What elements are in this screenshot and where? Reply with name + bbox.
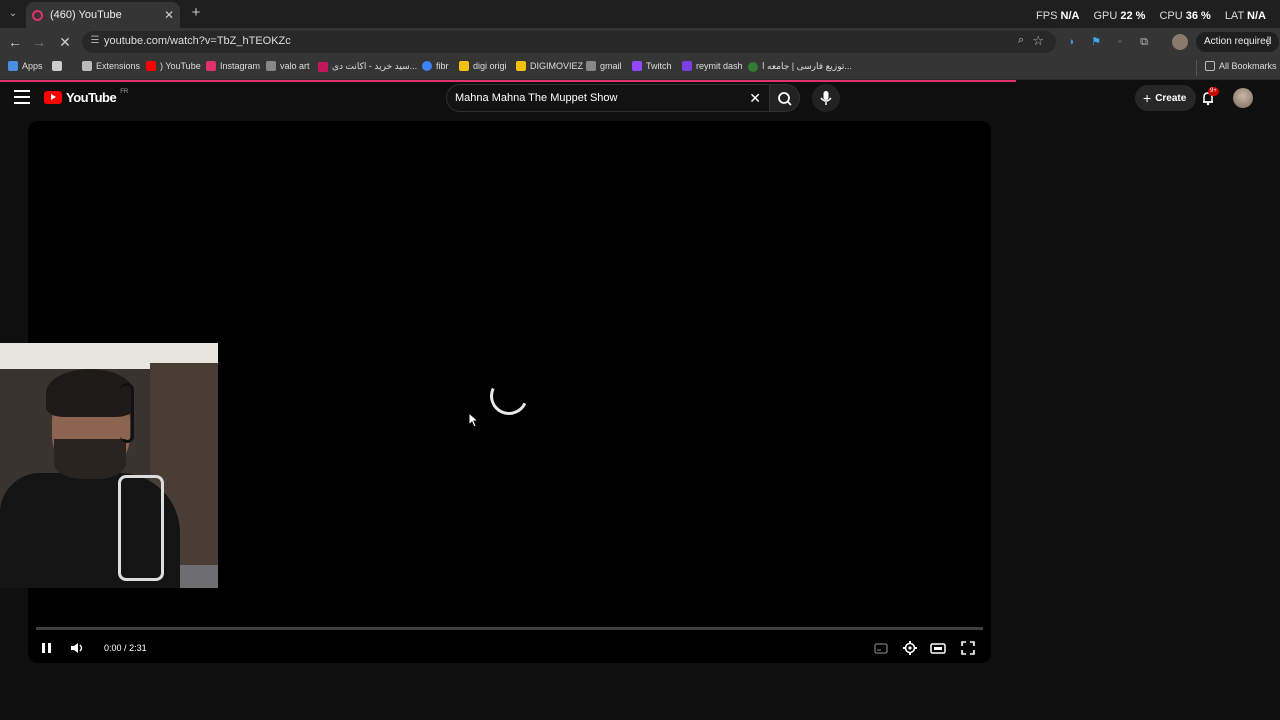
extension-translate-icon[interactable]: ◗	[1064, 34, 1080, 50]
youtube-favicon-icon	[32, 9, 43, 21]
time-separator: /	[124, 643, 127, 653]
webcam-overlay	[0, 343, 218, 588]
stop-loading-icon[interactable]: ✕	[56, 33, 74, 51]
notification-badge: 9+	[1208, 87, 1219, 96]
volume-icon	[71, 643, 83, 653]
forward-arrow-icon[interactable]: →	[30, 33, 48, 51]
all-bookmarks-folder[interactable]: All Bookmarks	[1205, 61, 1277, 71]
subtitles-button[interactable]	[872, 639, 890, 657]
address-bar[interactable]: ☰ youtube.com/watch?v=TbZ_hTEOKZc ⌕ ☆	[82, 31, 1056, 53]
hamburger-menu-icon[interactable]	[14, 90, 30, 104]
webcam-person-beard	[54, 439, 126, 479]
webcam-shirt-print	[118, 475, 164, 581]
bookmark-digi-origi[interactable]: digi origi	[459, 61, 507, 71]
time-display: 0:00 / 2:31	[104, 639, 147, 657]
youtube-header: YouTube FR Mahna Mahna The Muppet Show ✕…	[0, 82, 1280, 118]
site-icon	[682, 61, 692, 71]
tab-strip: ⌄ (460) YouTube ✕ + FPS N/A GPU 22 % CPU…	[0, 0, 1280, 28]
voice-search-button[interactable]	[812, 84, 840, 112]
profile-avatar[interactable]	[1172, 34, 1188, 50]
bookmark-persian-community[interactable]: توزیع فارسی | جامعه ا...	[748, 61, 852, 72]
account-avatar[interactable]	[1233, 88, 1253, 108]
progress-bar[interactable]	[36, 627, 983, 630]
settings-button[interactable]	[901, 639, 919, 657]
pause-button[interactable]	[40, 639, 54, 657]
tab-youtube[interactable]: (460) YouTube ✕	[26, 2, 180, 28]
bookmark-youtube[interactable]: ) YouTube	[146, 61, 201, 71]
url-text: youtube.com/watch?v=TbZ_hTEOKZc	[104, 35, 291, 47]
bookmark-twitch[interactable]: Twitch	[632, 61, 672, 71]
bookmark-account-shop[interactable]: سید خرید - اکانت دی...	[318, 61, 417, 72]
fullscreen-icon	[961, 641, 975, 655]
youtube-logo[interactable]: YouTube FR	[44, 88, 129, 105]
bookmark-digimoviez[interactable]: DIGIMOVIEZ	[516, 61, 583, 71]
site-info-icon[interactable]: ☰	[88, 34, 102, 48]
back-arrow-icon[interactable]: ←	[6, 33, 24, 51]
puzzle-icon	[82, 61, 92, 71]
browser-menu-icon[interactable]: ⋮	[1262, 34, 1274, 48]
volume-button[interactable]	[68, 639, 86, 657]
grid-icon	[52, 61, 62, 71]
bookmark-valo-art[interactable]: valo art	[266, 61, 310, 71]
current-time: 0:00	[104, 643, 122, 653]
site-icon	[516, 61, 526, 71]
site-icon	[266, 61, 276, 71]
create-button[interactable]: + Create	[1135, 85, 1197, 111]
bookmark-fibr[interactable]: fibr	[422, 61, 449, 71]
bookmark-instagram[interactable]: Instagram	[206, 61, 260, 71]
browser-toolbar: ← → ✕ ☰ youtube.com/watch?v=TbZ_hTEOKZc …	[0, 28, 1280, 56]
fps-stat: FPS N/A	[1036, 10, 1080, 22]
folder-icon	[1205, 61, 1215, 71]
gear-icon	[903, 641, 917, 655]
bookmark-apps[interactable]: Apps	[8, 61, 43, 71]
bookmark-grid-icon[interactable]	[52, 61, 62, 71]
bookmark-star-icon[interactable]: ☆	[1032, 33, 1044, 49]
tab-search-icon[interactable]: ⌄	[4, 4, 22, 22]
total-time: 2:31	[129, 643, 147, 653]
loading-spinner-icon	[484, 371, 534, 421]
bookmarks-bar: Apps Extensions ) YouTube Instagram valo…	[0, 56, 1280, 80]
theater-mode-icon	[930, 643, 946, 654]
lat-stat: LAT N/A	[1224, 10, 1266, 22]
close-tab-icon[interactable]: ✕	[164, 8, 174, 22]
mouse-cursor-icon	[468, 411, 480, 431]
site-icon	[422, 61, 432, 71]
extensions-puzzle-icon[interactable]: ⧉	[1136, 34, 1152, 50]
performance-overlay: FPS N/A GPU 22 % CPU 36 % LAT N/A	[1036, 10, 1266, 22]
search-input[interactable]: Mahna Mahna The Muppet Show ✕	[446, 84, 770, 112]
tab-title: (460) YouTube	[50, 9, 122, 21]
mail-icon	[586, 61, 596, 71]
extension-disabled-icon[interactable]: ▪	[1112, 34, 1128, 50]
site-icon	[459, 61, 469, 71]
clear-search-icon[interactable]: ✕	[749, 90, 761, 107]
new-tab-button[interactable]: +	[188, 4, 204, 22]
bookmark-reymit-dash[interactable]: reymit dash	[682, 61, 743, 71]
theater-mode-button[interactable]	[929, 639, 947, 657]
gpu-stat: GPU 22 %	[1093, 10, 1146, 22]
search-icon	[778, 92, 792, 106]
site-icon	[318, 61, 328, 72]
microphone-icon	[820, 91, 832, 105]
bookmarks-divider	[1196, 60, 1197, 76]
search-button[interactable]	[770, 84, 800, 112]
search-query-text: Mahna Mahna The Muppet Show	[455, 92, 618, 104]
apps-grid-icon	[8, 61, 18, 71]
extension-icon[interactable]: ⚑	[1088, 34, 1104, 50]
youtube-play-logo-icon	[44, 91, 62, 104]
site-icon	[748, 61, 758, 72]
country-code: FR	[120, 88, 129, 95]
youtube-wordmark: YouTube	[66, 90, 117, 105]
zoom-icon[interactable]: ⌕	[1018, 34, 1024, 47]
subtitles-icon	[874, 643, 888, 654]
youtube-icon	[146, 61, 156, 71]
plus-icon: +	[1143, 90, 1152, 106]
fullscreen-button[interactable]	[959, 639, 977, 657]
twitch-icon	[632, 61, 642, 71]
pause-icon	[42, 643, 51, 653]
cpu-stat: CPU 36 %	[1159, 10, 1211, 22]
bookmark-gmail[interactable]: gmail	[586, 61, 622, 71]
headphones-icon	[120, 383, 134, 443]
instagram-icon	[206, 61, 216, 71]
bookmark-extensions[interactable]: Extensions	[82, 61, 140, 71]
